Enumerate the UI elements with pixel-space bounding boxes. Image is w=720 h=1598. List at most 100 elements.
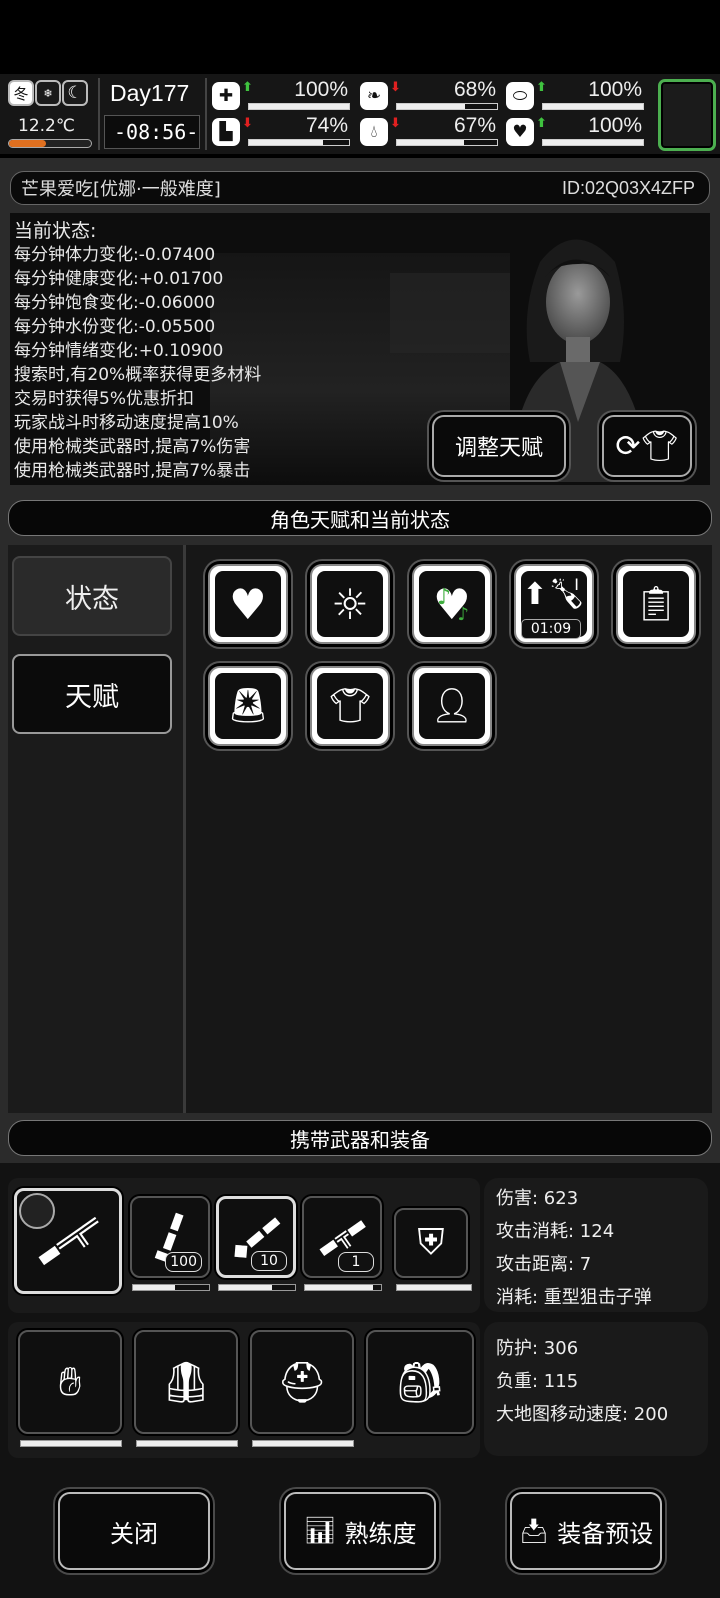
status-line: 玩家战斗时移动速度提高10%: [14, 413, 239, 433]
status-line: 每分钟水份变化:-0.05500: [14, 317, 216, 337]
day-counter: Day177: [110, 80, 190, 106]
trend-up-icon: ⬆: [536, 116, 547, 131]
status-effect-happy[interactable]: ♥ ♪ ♪: [412, 564, 492, 644]
durability-bar: [136, 1440, 238, 1447]
sun-icon: ☼: [317, 571, 383, 637]
status-effect-sunny[interactable]: ☼: [310, 564, 390, 644]
hunger-stat: ❧ ⬇ 68%: [360, 78, 500, 110]
equipment-section-header: 携带武器和装备: [8, 1120, 712, 1156]
weapon-slot-minigun[interactable]: ▮▬▬ 100: [130, 1196, 210, 1278]
helmet-icon: ⛑︎: [276, 1359, 328, 1406]
tab-status[interactable]: 状态: [12, 556, 172, 636]
damage-stat: 伤害: 623: [496, 1188, 579, 1209]
water-drop-icon: 💧︎: [360, 118, 388, 146]
durability-bar: [304, 1284, 382, 1291]
durability-bar: [396, 1284, 472, 1291]
status-effect-alert[interactable]: 🚨︎: [208, 666, 288, 746]
attack-cost-stat: 攻击消耗: 124: [496, 1221, 615, 1242]
character-name: 芒果爱吃[优娜·一般难度]: [21, 179, 221, 200]
armor-slot-helmet[interactable]: ⛑︎: [250, 1330, 354, 1434]
status-line: 每分钟情绪变化:+0.10900: [14, 341, 224, 361]
grenade-rifle-icon: ▬╦▬: [312, 1211, 372, 1263]
sniper-rifle-icon: ▬═╦═: [30, 1208, 106, 1274]
character-name-bar: 芒果爱吃[优娜·一般难度] ID:02Q03X4ZFP: [10, 171, 710, 205]
trend-up-icon: ⬆: [242, 80, 253, 95]
pill-icon: ⬭: [506, 82, 534, 110]
status-effect-healthy[interactable]: ♥: [208, 564, 288, 644]
durability-bar: [132, 1284, 210, 1291]
music-heart-icon: ♥ ♪ ♪: [419, 571, 485, 637]
durability-bar: [20, 1440, 122, 1447]
stamina-stat: ▙ ⬇ 74%: [212, 114, 352, 146]
status-list: 当前状态: 每分钟体力变化:-0.07400 每分钟健康变化:+0.01700 …: [14, 219, 261, 483]
heart-icon: ♥: [506, 118, 534, 146]
character-id: ID:02Q03X4ZFP: [561, 177, 695, 198]
map-speed-stat: 大地图移动速度: 200: [496, 1404, 669, 1425]
proficiency-icon: 📊︎: [303, 1516, 337, 1546]
outfit-swap-icon: ⟳👕︎: [615, 428, 679, 464]
weapon-info: 伤害: 623 攻击消耗: 124 攻击距离: 7 消耗: 重型狙击子弹: [484, 1178, 708, 1312]
season-icon: 冬: [8, 80, 34, 106]
status-effect-medicated[interactable]: 📋︎: [616, 564, 696, 644]
effect-timer: 01:09: [521, 619, 581, 639]
clipboard-pill-icon: 📋︎: [623, 571, 689, 637]
temperature-value: 12.2℃: [18, 116, 75, 136]
status-line: 每分钟饱食变化:-0.06000: [14, 293, 216, 313]
equipment-preset-button[interactable]: 📥︎ 装备预设: [510, 1492, 662, 1570]
ammo-type-stat: 消耗: 重型狙击子弹: [496, 1287, 652, 1308]
attack-range-stat: 攻击距离: 7: [496, 1254, 592, 1275]
ammo-count: 10: [251, 1251, 287, 1271]
status-effect-rested[interactable]: 👤︎: [412, 666, 492, 746]
boot-icon: ▙: [212, 118, 240, 146]
trend-up-icon: ⬆: [536, 80, 547, 95]
status-line: 使用枪械类武器时,提高7%暴击: [14, 461, 251, 481]
sleep-head-icon: 👤︎: [419, 673, 485, 739]
riot-shield-icon: ⛨: [417, 1222, 445, 1263]
proficiency-button[interactable]: 📊︎ 熟练度: [284, 1492, 436, 1570]
gloves-icon: ✋︎: [58, 1359, 82, 1405]
talent-section-header: 角色天赋和当前状态: [8, 500, 712, 536]
status-line: 每分钟健康变化:+0.01700: [14, 269, 224, 289]
clock: -08:56-: [114, 120, 199, 144]
weapon-slot-rifle[interactable]: ▬╦▬ 1: [302, 1196, 382, 1278]
trend-down-icon: ⬇: [390, 116, 401, 131]
alarm-person-icon: 🚨︎: [215, 673, 281, 739]
emotion-stat: ♥ ⬆ 100%: [506, 114, 646, 146]
heart-icon: ♥: [215, 571, 281, 637]
status-line: 搜索时,有20%概率获得更多材料: [14, 365, 262, 385]
armor-info: 防护: 306 负重: 115 大地图移动速度: 200: [484, 1322, 708, 1456]
stomach-icon: ❧: [360, 82, 388, 110]
armor-slot-gloves[interactable]: ✋︎: [18, 1330, 122, 1434]
health-stat: ✚ ⬆ 100%: [212, 78, 352, 110]
fire-mode-icon: [19, 1193, 55, 1229]
armor-slot-backpack[interactable]: 🎒︎: [366, 1330, 474, 1434]
defense-stat: 防护: 306: [496, 1338, 579, 1359]
weapon-slot-rpg[interactable]: ◆▬▬ 10: [216, 1196, 296, 1278]
rpg-icon: ◆▬▬: [225, 1208, 287, 1266]
medkit-icon: ✚: [212, 82, 240, 110]
status-effect-clean-clothes[interactable]: 👕︎: [310, 666, 390, 746]
backpack-icon: 🎒︎: [394, 1359, 446, 1406]
armor-slot-vest[interactable]: 🦺︎: [134, 1330, 238, 1434]
weapon-slot-shield[interactable]: ⛨: [394, 1208, 468, 1278]
close-button[interactable]: 关闭: [58, 1492, 210, 1570]
quick-slot-button[interactable]: [658, 79, 716, 151]
weapon-slot-sniper[interactable]: ▬═╦═: [14, 1188, 122, 1294]
load-stat: 负重: 115: [496, 1371, 579, 1392]
status-line: 每分钟体力变化:-0.07400: [14, 245, 216, 265]
shirt-icon: 👕︎: [317, 673, 383, 739]
snowflake-icon: ❄: [35, 80, 61, 106]
mood-stat: ⬭ ⬆ 100%: [506, 78, 646, 110]
body-armor-icon: 🦺︎: [160, 1359, 212, 1406]
trend-down-icon: ⬇: [390, 80, 401, 95]
tab-talent[interactable]: 天赋: [12, 654, 172, 734]
moon-icon: ☾: [62, 80, 88, 106]
durability-bar: [252, 1440, 354, 1447]
change-outfit-button[interactable]: ⟳👕︎: [602, 415, 692, 477]
status-effect-alcohol[interactable]: ⬆🍾︎ I 01:09: [514, 564, 594, 644]
adjust-talent-button[interactable]: 调整天赋: [432, 415, 566, 477]
water-stat: 💧︎ ⬇ 67%: [360, 114, 500, 146]
preset-icon: 📥︎: [518, 1517, 550, 1545]
status-title: 当前状态:: [14, 220, 97, 242]
temperature-bar: [8, 139, 92, 148]
